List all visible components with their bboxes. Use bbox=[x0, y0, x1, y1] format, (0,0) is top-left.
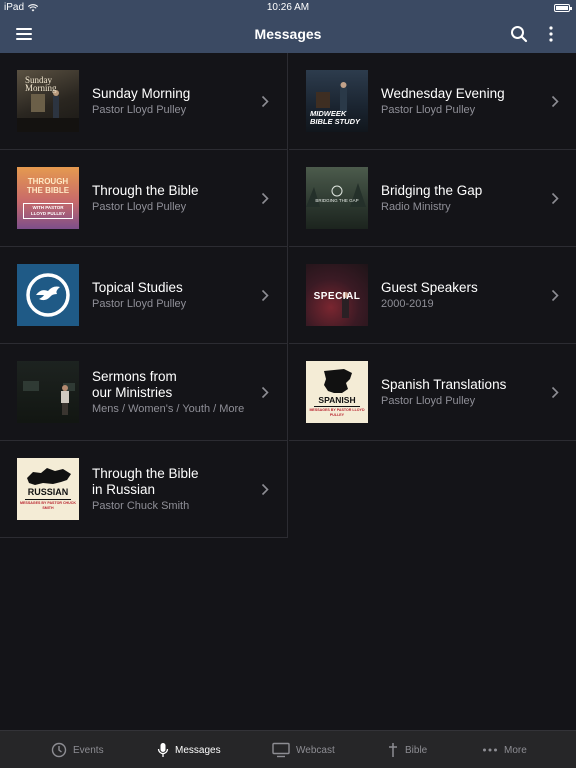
clock-icon bbox=[51, 742, 67, 758]
thumbnail-caption: RUSSIAN bbox=[27, 487, 69, 497]
thumbnail-caption: SPANISH bbox=[318, 395, 356, 405]
item-title: Through the Bible bbox=[92, 182, 199, 198]
tab-more[interactable]: More bbox=[482, 742, 527, 758]
tab-bar: Events Messages Webcast Bible More bbox=[0, 730, 576, 768]
tab-webcast[interactable]: Webcast bbox=[272, 742, 335, 758]
thumbnail-sermons bbox=[17, 361, 79, 423]
tab-label: More bbox=[504, 744, 527, 756]
thumbnail-caption: THROUGH THE BIBLE bbox=[26, 177, 70, 195]
navigation-bar: Messages bbox=[0, 16, 576, 53]
tab-messages[interactable]: Messages bbox=[157, 742, 221, 758]
chevron-right-icon bbox=[551, 192, 559, 205]
thumbnail-through-the-bible: THROUGH THE BIBLE WITH PASTOR LLOYD PULL… bbox=[17, 167, 79, 229]
item-title: Bridging the Gap bbox=[381, 182, 483, 198]
item-subtitle: Pastor Lloyd Pulley bbox=[381, 103, 476, 116]
tab-bible[interactable]: Bible bbox=[387, 742, 427, 758]
chevron-right-icon bbox=[261, 289, 269, 302]
search-icon[interactable] bbox=[510, 25, 528, 43]
thumbnail-caption: BRIDGING THE GAP bbox=[315, 198, 359, 203]
item-title: Sunday Morning bbox=[92, 85, 191, 101]
list-item-bridging-the-gap[interactable]: BRIDGING THE GAP Bridging the Gap Radio … bbox=[289, 150, 576, 247]
dove-logo-icon bbox=[26, 273, 70, 317]
list-item-through-the-bible[interactable]: THROUGH THE BIBLE WITH PASTOR LLOYD PULL… bbox=[0, 150, 288, 247]
item-title: Guest Speakers bbox=[381, 279, 478, 295]
thumbnail-spanish: SPANISH MESSAGES BY PASTOR LLOYD PULLEY bbox=[306, 361, 368, 423]
list-item-spanish-translations[interactable]: SPANISH MESSAGES BY PASTOR LLOYD PULLEY … bbox=[289, 344, 576, 441]
thumbnail-guest-speakers: SPECIAL bbox=[306, 264, 368, 326]
item-subtitle: Pastor Lloyd Pulley bbox=[381, 394, 476, 407]
item-title: Wednesday Evening bbox=[381, 85, 505, 101]
ellipsis-icon bbox=[483, 748, 497, 752]
item-subtitle: Radio Ministry bbox=[381, 200, 451, 213]
more-vertical-icon[interactable] bbox=[544, 25, 558, 43]
item-subtitle: Mens / Women's / Youth / More bbox=[92, 402, 245, 415]
list-item-sermons-from-our-ministries[interactable]: Sermons from our Ministries Mens / Women… bbox=[0, 344, 288, 441]
thumbnail-caption: MIDWEEK BIBLE STUDY bbox=[310, 109, 361, 126]
item-subtitle: Pastor Lloyd Pulley bbox=[92, 297, 187, 310]
status-bar: iPad 10:26 AM bbox=[0, 0, 576, 16]
thumbnail-topical-studies bbox=[17, 264, 79, 326]
chevron-right-icon bbox=[261, 95, 269, 108]
chevron-right-icon bbox=[261, 192, 269, 205]
item-title: Spanish Translations bbox=[381, 376, 507, 392]
cross-icon bbox=[389, 743, 397, 757]
item-subtitle: Pastor Lloyd Pulley bbox=[92, 103, 187, 116]
page-title: Messages bbox=[254, 26, 322, 42]
thumbnail-subcaption: WITH PASTOR LLOYD PULLEY bbox=[23, 203, 73, 219]
chevron-right-icon bbox=[551, 386, 559, 399]
item-title: Sermons from bbox=[92, 368, 177, 384]
tab-label: Webcast bbox=[296, 744, 335, 756]
tab-label: Bible bbox=[405, 744, 428, 756]
tab-events[interactable]: Events bbox=[51, 742, 104, 758]
thumbnail-bridging-the-gap: BRIDGING THE GAP bbox=[306, 167, 368, 229]
list-item-topical-studies[interactable]: Topical Studies Pastor Lloyd Pulley bbox=[0, 247, 288, 344]
monitor-icon bbox=[272, 742, 290, 758]
list-item-sunday-morning[interactable]: Sunday Morning Sunday Morning Pastor Llo… bbox=[0, 53, 288, 150]
thumbnail-wednesday-evening: MIDWEEK BIBLE STUDY bbox=[306, 70, 368, 132]
tab-label: Events bbox=[73, 744, 104, 756]
item-subtitle: Pastor Chuck Smith bbox=[92, 499, 190, 512]
thumbnail-caption: SPECIAL bbox=[313, 291, 361, 302]
item-subtitle: 2000-2019 bbox=[381, 297, 434, 310]
thumbnail-subcaption: MESSAGES BY PASTOR CHUCK SMITH bbox=[20, 501, 76, 510]
item-subtitle: Pastor Lloyd Pulley bbox=[92, 200, 187, 213]
status-time: 10:26 AM bbox=[266, 2, 310, 13]
tab-label: Messages bbox=[175, 744, 221, 756]
list-item-wednesday-evening[interactable]: MIDWEEK BIBLE STUDY Wednesday Evening Pa… bbox=[289, 53, 576, 150]
chevron-right-icon bbox=[551, 95, 559, 108]
item-title-line-2: in Russian bbox=[92, 481, 156, 497]
thumbnail-sunday-morning: Sunday Morning bbox=[17, 70, 79, 132]
microphone-icon bbox=[157, 743, 169, 757]
list-item-through-the-bible-in-russian[interactable]: RUSSIAN MESSAGES BY PASTOR CHUCK SMITH T… bbox=[0, 441, 288, 538]
thumbnail-caption: Sunday Morning bbox=[25, 75, 57, 93]
chevron-right-icon bbox=[261, 386, 269, 399]
chevron-right-icon bbox=[261, 483, 269, 496]
item-title-line-2: our Ministries bbox=[92, 384, 173, 400]
thumbnail-russian: RUSSIAN MESSAGES BY PASTOR CHUCK SMITH bbox=[17, 458, 79, 520]
battery-icon bbox=[554, 4, 572, 12]
item-title: Through the Bible bbox=[92, 465, 199, 481]
thumbnail-subcaption: MESSAGES BY PASTOR LLOYD PULLEY bbox=[309, 408, 365, 417]
list-item-guest-speakers[interactable]: SPECIAL Guest Speakers 2000-2019 bbox=[289, 247, 576, 344]
chevron-right-icon bbox=[551, 289, 559, 302]
item-title: Topical Studies bbox=[92, 279, 183, 295]
